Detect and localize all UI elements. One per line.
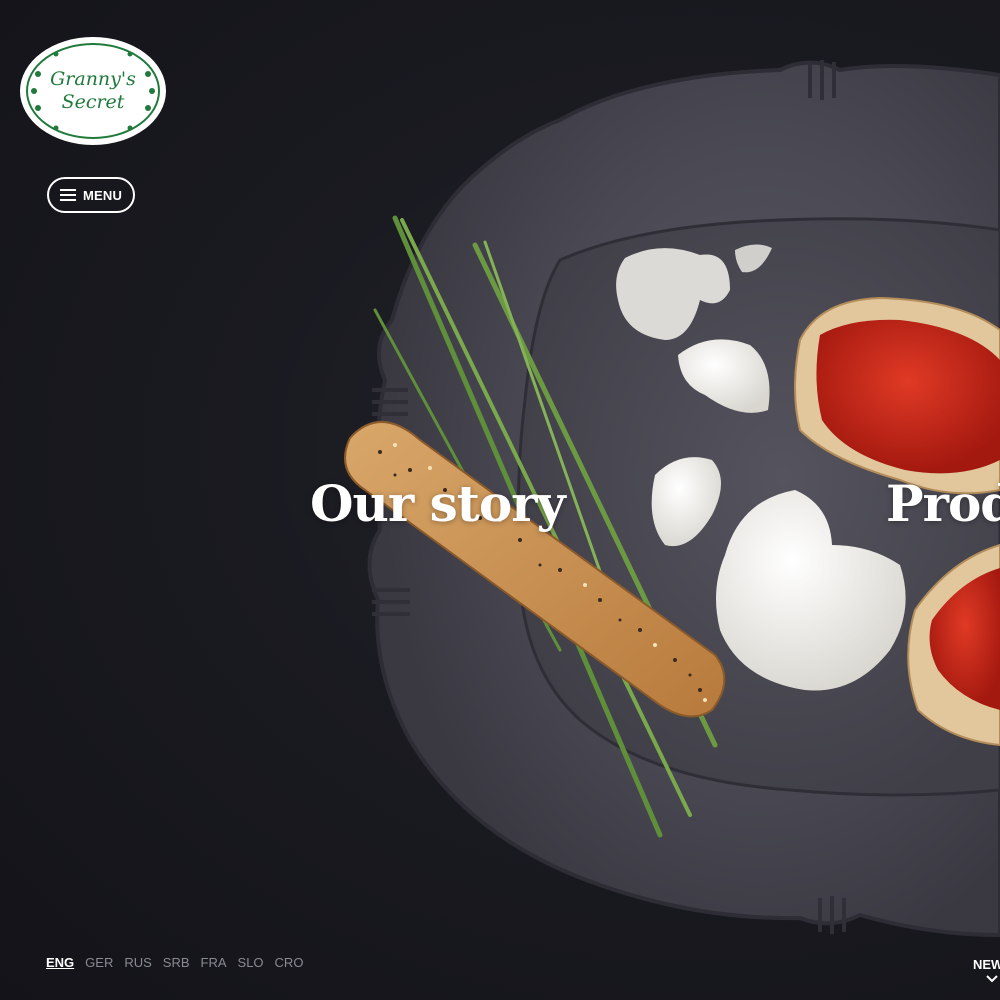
slide-title-products[interactable]: Prod <box>886 474 1000 533</box>
logo-line-1: Granny's <box>50 68 136 90</box>
lang-cro[interactable]: CRO <box>275 955 304 970</box>
menu-button[interactable]: MENU <box>47 177 135 213</box>
slide-title-our-story[interactable]: Our story <box>310 474 566 533</box>
lang-fra[interactable]: FRA <box>201 955 227 970</box>
logo-line-2: Secret <box>61 91 125 113</box>
menu-label: MENU <box>82 187 123 203</box>
language-switcher: ENG GER RUS SRB FRA SLO CRO <box>46 955 303 970</box>
lang-srb[interactable]: SRB <box>163 955 190 970</box>
news-link[interactable]: NEW <box>973 957 1000 972</box>
lang-ger[interactable]: GER <box>85 955 113 970</box>
lang-rus[interactable]: RUS <box>124 955 151 970</box>
page: Granny's Secret MENU Our story Prod ENG … <box>0 0 1000 1000</box>
lang-slo[interactable]: SLO <box>238 955 264 970</box>
brand-logo[interactable]: Granny's Secret <box>16 34 170 148</box>
chevron-down-icon[interactable] <box>986 974 998 984</box>
lang-eng[interactable]: ENG <box>46 955 74 970</box>
hamburger-icon <box>59 189 76 201</box>
